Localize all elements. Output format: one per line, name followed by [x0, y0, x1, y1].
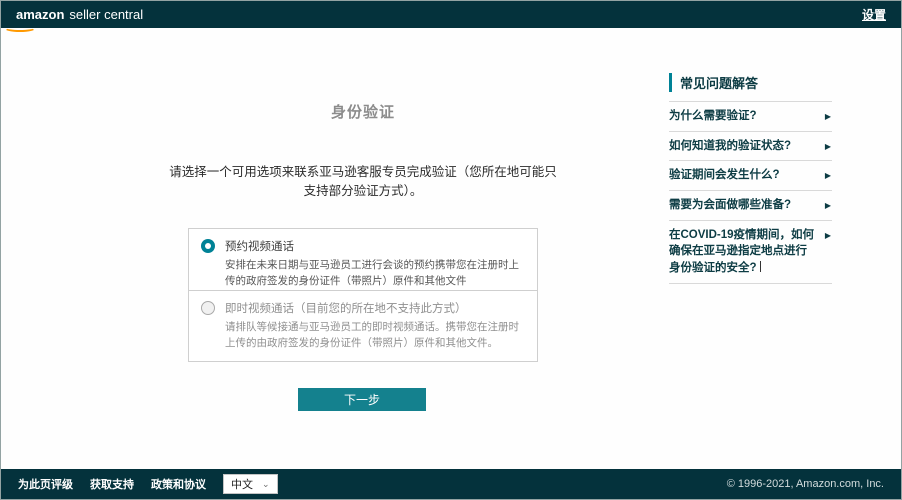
faq-item-label: 如何知道我的验证状态?: [669, 138, 791, 155]
language-selector[interactable]: 中文 ⌄: [223, 474, 278, 494]
faq-item-label: 为什么需要验证?: [669, 108, 757, 125]
faq-item-label: 验证期间会发生什么?: [669, 167, 780, 184]
faq-item-label: 在COVID-19疫情期间，如何确保在亚马逊指定地点进行身份验证的安全?: [669, 229, 814, 274]
chevron-right-icon: ▶: [825, 230, 831, 242]
instruction-text: 请选择一个可用选项来联系亚马逊客服专员完成验证（您所在地可能只支持部分验证方式）…: [168, 163, 558, 202]
page-title: 身份验证: [188, 101, 538, 122]
radio-button-scheduled-call[interactable]: [201, 239, 215, 253]
option-description: 请排队等候接通与亚马逊员工的即时视频通话。携带您在注册时上传的由政府签发的身份证…: [225, 320, 525, 352]
option-description: 安排在未来日期与亚马逊员工进行会谈的预约携带您在注册时上传的政府签发的身份证件（…: [225, 258, 525, 290]
text-caret: [760, 261, 761, 272]
faq-item-what-happens[interactable]: 验证期间会发生什么? ▶: [669, 160, 832, 190]
option-card-scheduled-video-call[interactable]: 预约视频通话 安排在未来日期与亚马逊员工进行会谈的预约携带您在注册时上传的政府签…: [188, 228, 538, 300]
top-bar: amazon seller central 设置: [1, 1, 901, 28]
faq-item-verification-status[interactable]: 如何知道我的验证状态? ▶: [669, 131, 832, 161]
faq-item-covid-safety[interactable]: 在COVID-19疫情期间，如何确保在亚马逊指定地点进行身份验证的安全? ▶: [669, 220, 832, 284]
chevron-down-icon: ⌄: [262, 480, 270, 489]
chevron-right-icon: ▶: [825, 200, 831, 212]
footer-link-get-support[interactable]: 获取支持: [90, 476, 134, 492]
faq-item-meeting-preparation[interactable]: 需要为会面做哪些准备? ▶: [669, 190, 832, 220]
amazon-smile-icon: [4, 24, 36, 32]
radio-button-instant-call[interactable]: [201, 301, 215, 315]
option-title: 即时视频通话（目前您的所在地不支持此方式）: [225, 300, 525, 316]
faq-panel-title: 常见问题解答: [669, 73, 832, 92]
faq-item-text-wrap: 在COVID-19疫情期间，如何确保在亚马逊指定地点进行身份验证的安全?: [669, 227, 817, 277]
settings-link[interactable]: 设置: [862, 6, 886, 23]
faq-item-why-verification[interactable]: 为什么需要验证? ▶: [669, 101, 832, 131]
page: amazon seller central 设置 身份验证 请选择一个可用选项来…: [0, 0, 902, 500]
footer-link-policies[interactable]: 政策和协议: [151, 476, 206, 492]
chevron-right-icon: ▶: [825, 170, 831, 182]
copyright-text: © 1996-2021, Amazon.com, Inc.: [727, 478, 884, 490]
next-button[interactable]: 下一步: [298, 388, 426, 411]
faq-item-label: 需要为会面做哪些准备?: [669, 197, 791, 214]
amazon-seller-central-logo[interactable]: amazon seller central: [16, 7, 143, 22]
amazon-logo-text: amazon: [16, 7, 64, 22]
language-selector-value: 中文: [231, 476, 253, 492]
faq-panel: 常见问题解答 为什么需要验证? ▶ 如何知道我的验证状态? ▶ 验证期间会发生什…: [669, 73, 832, 284]
seller-central-logo-text: seller central: [69, 7, 143, 22]
option-content: 即时视频通话（目前您的所在地不支持此方式） 请排队等候接通与亚马逊员工的即时视频…: [225, 300, 525, 352]
option-title: 预约视频通话: [225, 238, 525, 254]
option-content: 预约视频通话 安排在未来日期与亚马逊员工进行会谈的预约携带您在注册时上传的政府签…: [225, 238, 525, 290]
chevron-right-icon: ▶: [825, 111, 831, 123]
footer-link-rate-page[interactable]: 为此页评级: [18, 476, 73, 492]
option-card-instant-video-call[interactable]: 即时视频通话（目前您的所在地不支持此方式） 请排队等候接通与亚马逊员工的即时视频…: [188, 290, 538, 362]
chevron-right-icon: ▶: [825, 141, 831, 153]
footer: 为此页评级 获取支持 政策和协议 中文 ⌄ © 1996-2021, Amazo…: [1, 469, 901, 499]
